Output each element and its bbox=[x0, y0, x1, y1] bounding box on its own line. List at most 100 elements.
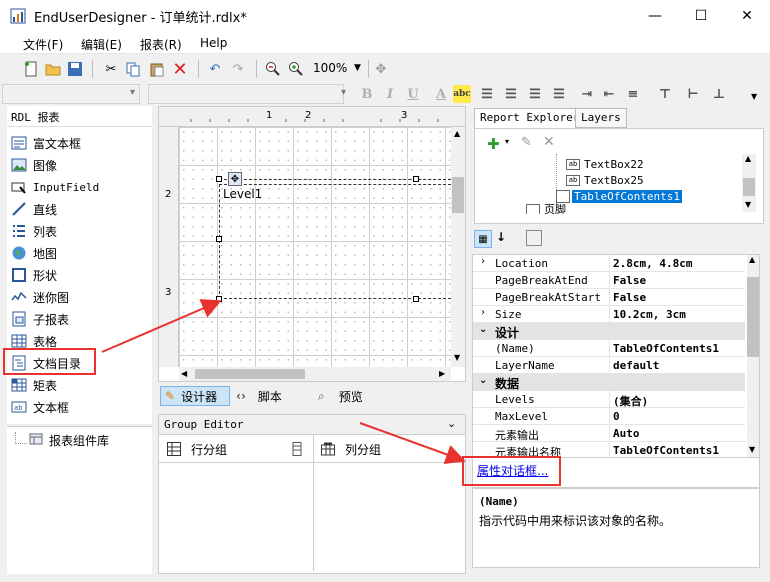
toolbox-item[interactable]: 矩表 bbox=[11, 374, 149, 396]
menu-file[interactable]: 文件(F) bbox=[23, 36, 63, 53]
resize-handle[interactable] bbox=[216, 176, 222, 182]
undo-icon[interactable]: ↶ bbox=[206, 60, 224, 78]
redo-icon[interactable]: ↷ bbox=[229, 60, 247, 78]
bold-icon[interactable]: B bbox=[358, 85, 376, 103]
property-value[interactable]: (集合) bbox=[613, 393, 648, 409]
scroll-up-icon[interactable]: ▲ bbox=[749, 255, 755, 264]
scrollbar-thumb[interactable] bbox=[747, 277, 759, 357]
property-row[interactable]: Levels (集合) bbox=[473, 391, 745, 408]
align-bottom-icon[interactable]: ⊥ bbox=[710, 85, 728, 103]
resize-handle[interactable] bbox=[216, 296, 222, 302]
maximize-button[interactable]: ☐ bbox=[678, 0, 724, 32]
toolbox-item[interactable]: 迷你图 bbox=[11, 286, 149, 308]
move-handle-icon[interactable]: ✥ bbox=[228, 172, 242, 186]
toolbox-item[interactable]: 直线 bbox=[11, 198, 149, 220]
toolbox-item[interactable]: InputField bbox=[11, 176, 149, 198]
delete-icon[interactable]: ✕ bbox=[171, 59, 189, 80]
chevron-down-icon[interactable]: ▾ bbox=[505, 137, 509, 146]
property-scrollbar[interactable]: ▲ ▼ bbox=[747, 255, 759, 457]
property-value[interactable]: False bbox=[613, 274, 646, 287]
toolbox-item[interactable]: 图像 bbox=[11, 154, 149, 176]
menu-report[interactable]: 报表(R) bbox=[140, 36, 182, 53]
outdent-icon[interactable]: ⇤ bbox=[600, 85, 618, 103]
tab-designer[interactable]: ✎ 设计器 bbox=[160, 386, 230, 406]
property-row[interactable]: LayerName default bbox=[473, 357, 745, 374]
paste-icon[interactable] bbox=[148, 60, 166, 78]
property-value[interactable]: TableOfContents1 bbox=[613, 444, 719, 457]
toolbox-item[interactable]: 列表 bbox=[11, 220, 149, 242]
align-middle-icon[interactable]: ⊢ bbox=[684, 85, 702, 103]
zoom-in-icon[interactable] bbox=[287, 60, 305, 78]
categorized-icon[interactable]: ▦ bbox=[474, 230, 492, 248]
chevron-down-icon[interactable]: ▾ bbox=[130, 87, 135, 98]
zoom-level[interactable]: 100% bbox=[313, 61, 347, 75]
property-value[interactable]: TableOfContents1 bbox=[613, 342, 719, 355]
tree-item-selected[interactable]: TableOfContents1 bbox=[556, 188, 682, 204]
resize-handle[interactable] bbox=[413, 176, 419, 182]
underline-icon[interactable]: U bbox=[404, 85, 422, 103]
toolbar-overflow-icon[interactable]: ▼ bbox=[751, 92, 757, 101]
property-row[interactable]: (Name) TableOfContents1 bbox=[473, 340, 745, 357]
toolbox-item[interactable]: 富文本框 bbox=[11, 132, 149, 154]
font-combo[interactable] bbox=[148, 84, 344, 104]
property-value[interactable]: False bbox=[613, 291, 646, 304]
minimize-button[interactable]: — bbox=[632, 0, 678, 32]
expand-icon[interactable]: › bbox=[480, 307, 486, 318]
scroll-down-icon[interactable]: ▼ bbox=[749, 445, 755, 454]
row-group-menu-icon[interactable] bbox=[291, 442, 303, 456]
tab-script[interactable]: ‹› 脚本 bbox=[236, 386, 282, 406]
tab-preview[interactable]: ⌕ 预览 bbox=[318, 386, 363, 406]
tree-scrollbar[interactable]: ▲ ▼ bbox=[742, 154, 756, 212]
delete-icon[interactable]: ✕ bbox=[543, 134, 555, 150]
property-row[interactable]: › Size 10.2cm, 3cm bbox=[473, 306, 745, 323]
resize-handle[interactable] bbox=[413, 296, 419, 302]
row-group-label[interactable]: 行分组 bbox=[191, 441, 227, 458]
resize-handle[interactable] bbox=[216, 236, 222, 242]
chevron-down-icon[interactable]: ▾ bbox=[341, 87, 346, 98]
align-left-icon[interactable]: ☰ bbox=[478, 85, 496, 103]
scroll-up-icon[interactable]: ▲ bbox=[454, 129, 460, 138]
property-value[interactable]: 10.2cm, 3cm bbox=[613, 308, 686, 321]
font-color-icon[interactable]: A bbox=[432, 85, 450, 103]
scrollbar-thumb[interactable] bbox=[195, 369, 305, 379]
align-top-icon[interactable]: ⊤ bbox=[656, 85, 674, 103]
scroll-right-icon[interactable]: ▶ bbox=[439, 369, 445, 378]
report-canvas[interactable]: ✥ Level1 bbox=[179, 127, 451, 367]
scroll-left-icon[interactable]: ◀ bbox=[181, 369, 187, 378]
property-row[interactable]: PageBreakAtStart False bbox=[473, 289, 745, 306]
cut-icon[interactable]: ✂ bbox=[102, 60, 120, 78]
column-group-label[interactable]: 列分组 bbox=[345, 441, 381, 458]
expand-icon[interactable]: › bbox=[480, 256, 486, 267]
collapse-icon[interactable]: ⌄ bbox=[479, 375, 487, 386]
toolbox-item[interactable]: ab 文本框 bbox=[11, 396, 149, 418]
property-row[interactable]: 元素输出 Auto bbox=[473, 425, 745, 442]
designer-vertical-scrollbar[interactable]: ▲ ▼ bbox=[451, 127, 465, 367]
scroll-down-icon[interactable]: ▼ bbox=[454, 353, 460, 362]
property-value[interactable]: default bbox=[613, 359, 659, 372]
zoom-dropdown-icon[interactable]: ▼ bbox=[354, 63, 361, 73]
menu-help[interactable]: Help bbox=[200, 36, 227, 50]
add-icon[interactable]: ✚ bbox=[487, 135, 500, 153]
property-value[interactable]: 2.8cm, 4.8cm bbox=[613, 257, 692, 270]
justify-icon[interactable]: ☰ bbox=[550, 85, 568, 103]
close-button[interactable]: ✕ bbox=[724, 0, 770, 32]
tab-layers[interactable]: Layers bbox=[575, 108, 627, 128]
indent-icon[interactable]: ⇥ bbox=[578, 85, 596, 103]
scroll-down-icon[interactable]: ▼ bbox=[745, 200, 751, 209]
italic-icon[interactable]: I bbox=[381, 85, 399, 103]
copy-icon[interactable] bbox=[124, 60, 142, 78]
tree-item[interactable]: 页脚 bbox=[526, 204, 566, 214]
property-row[interactable]: MaxLevel 0 bbox=[473, 408, 745, 425]
open-folder-icon[interactable] bbox=[44, 60, 62, 78]
scrollbar-thumb[interactable] bbox=[743, 178, 755, 196]
fit-page-icon[interactable]: ✥ bbox=[372, 60, 390, 78]
collapse-icon[interactable]: ⌄ bbox=[479, 324, 487, 335]
toolbox-item[interactable]: 子报表 bbox=[11, 308, 149, 330]
property-category[interactable]: ⌄ 设计 bbox=[473, 323, 745, 340]
zoom-out-icon[interactable] bbox=[264, 60, 282, 78]
menu-edit[interactable]: 编辑(E) bbox=[81, 36, 122, 53]
save-icon[interactable] bbox=[66, 60, 84, 78]
property-value[interactable]: 0 bbox=[613, 410, 620, 423]
style-combo[interactable] bbox=[2, 84, 140, 104]
sort-alpha-icon[interactable]: ↓ bbox=[496, 230, 506, 244]
